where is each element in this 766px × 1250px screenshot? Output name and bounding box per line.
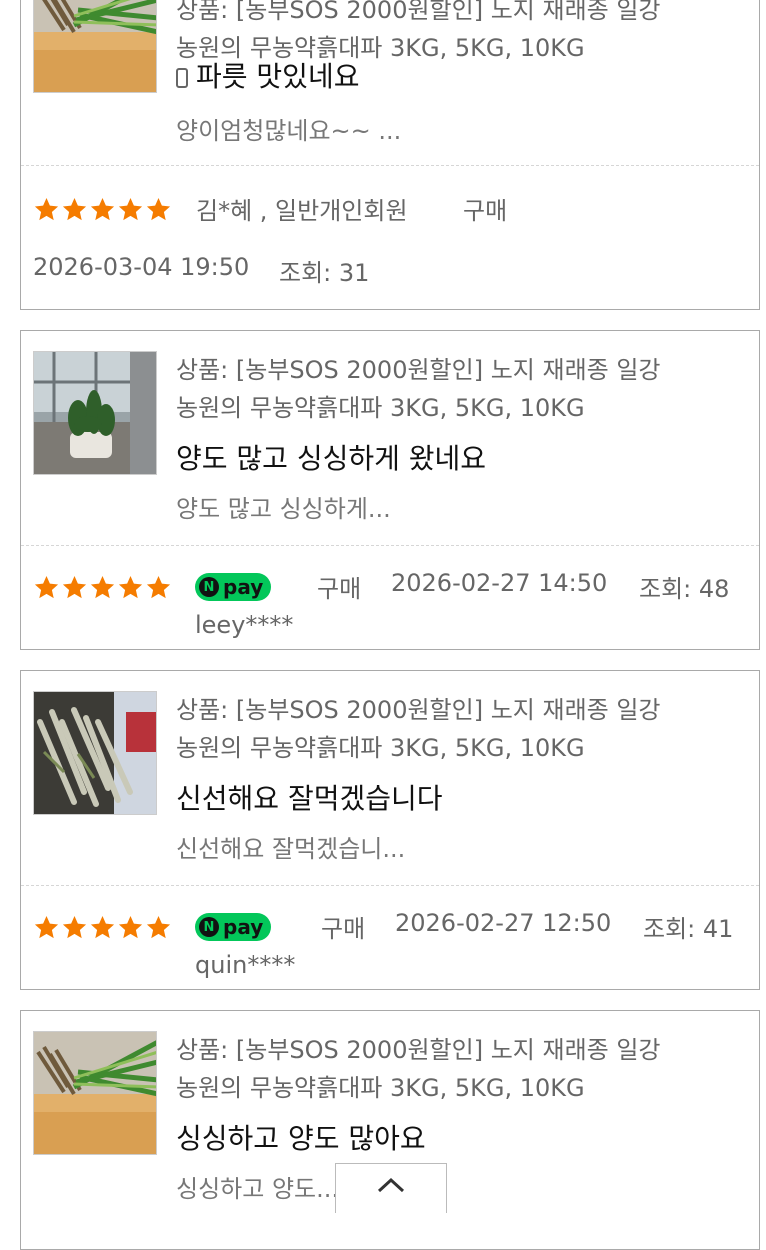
product-name: 상품: [농부SOS 2000원할인] 노지 재래종 일강 농원의 무농약흙대파… — [176, 1036, 661, 1102]
review-card[interactable]: 상품: [농부SOS 2000원할인] 노지 재래종 일강 농원의 무농약흙대파… — [20, 0, 760, 310]
review-title[interactable]: 신선해요 잘먹겠습니다 — [176, 777, 443, 817]
review-preview[interactable]: 양도 많고 싱싱하게... — [176, 489, 391, 524]
star-icon — [89, 196, 116, 223]
star-icon — [33, 196, 60, 223]
review-thumbnail[interactable] — [33, 0, 157, 93]
review-author: leey**** — [195, 611, 294, 639]
review-card[interactable]: 상품: [농부SOS 2000원할인] 노지 재래종 일강 농원의 무농약흙대파… — [20, 330, 760, 650]
naver-pay-badge: N pay — [195, 573, 271, 601]
naver-n-icon: N — [199, 917, 219, 937]
star-icon — [117, 196, 144, 223]
pay-label: pay — [223, 915, 264, 939]
star-icon — [33, 574, 60, 601]
star-icon — [145, 196, 172, 223]
star-icon — [117, 574, 144, 601]
review-author: 김*혜 , 일반개인회원 — [196, 197, 408, 225]
mobile-phone-icon — [176, 68, 188, 88]
naver-pay-badge: N pay — [195, 913, 271, 941]
purchase-label: 구매 — [317, 575, 362, 603]
star-rating — [33, 914, 172, 944]
review-card[interactable]: 상품: [농부SOS 2000원할인] 노지 재래종 일강 농원의 무농약흙대파… — [20, 670, 760, 990]
star-rating — [33, 574, 172, 604]
star-icon — [117, 914, 144, 941]
review-preview[interactable]: 싱싱하고 양도... — [176, 1169, 339, 1204]
star-icon — [33, 914, 60, 941]
divider — [21, 545, 759, 546]
review-card[interactable]: 상품: [농부SOS 2000원할인] 노지 재래종 일강 농원의 무농약흙대파… — [20, 1010, 760, 1250]
star-icon — [61, 196, 88, 223]
view-count: 조회: 48 — [639, 575, 730, 603]
review-thumbnail[interactable] — [33, 691, 157, 815]
divider — [21, 165, 759, 166]
chevron-up-icon — [377, 1177, 405, 1193]
product-name: 상품: [농부SOS 2000원할인] 노지 재래종 일강 농원의 무농약흙대파… — [176, 356, 661, 422]
star-icon — [89, 914, 116, 941]
star-icon — [145, 574, 172, 601]
review-thumbnail[interactable] — [33, 1031, 157, 1155]
purchase-label: 구매 — [321, 915, 366, 943]
star-icon — [145, 914, 172, 941]
star-icon — [61, 914, 88, 941]
review-preview[interactable]: 신선해요 잘먹겠습니... — [176, 829, 405, 864]
review-title[interactable]: 양도 많고 싱싱하게 왔네요 — [176, 437, 486, 477]
view-count: 조회: 41 — [643, 915, 734, 943]
star-icon — [61, 574, 88, 601]
naver-n-icon: N — [199, 577, 219, 597]
review-preview[interactable]: 양이엄청많네요~~ ... — [176, 111, 401, 146]
review-date: 2026-03-04 19:50 — [33, 253, 250, 281]
product-name: 상품: [농부SOS 2000원할인] 노지 재래종 일강 농원의 무농약흙대파… — [176, 696, 661, 762]
star-rating — [33, 196, 172, 226]
star-icon — [89, 574, 116, 601]
review-author: quin**** — [195, 951, 296, 979]
view-count: 조회: 31 — [279, 259, 370, 287]
purchase-label: 구매 — [463, 197, 508, 225]
review-title[interactable]: 파릇 맛있네요 — [176, 55, 359, 95]
review-date: 2026-02-27 14:50 — [391, 569, 608, 597]
review-date: 2026-02-27 12:50 — [395, 909, 612, 937]
scroll-to-top-button[interactable] — [335, 1163, 447, 1213]
pay-label: pay — [223, 575, 264, 599]
divider — [21, 885, 759, 886]
review-thumbnail[interactable] — [33, 351, 157, 475]
review-title[interactable]: 싱싱하고 양도 많아요 — [176, 1117, 426, 1157]
